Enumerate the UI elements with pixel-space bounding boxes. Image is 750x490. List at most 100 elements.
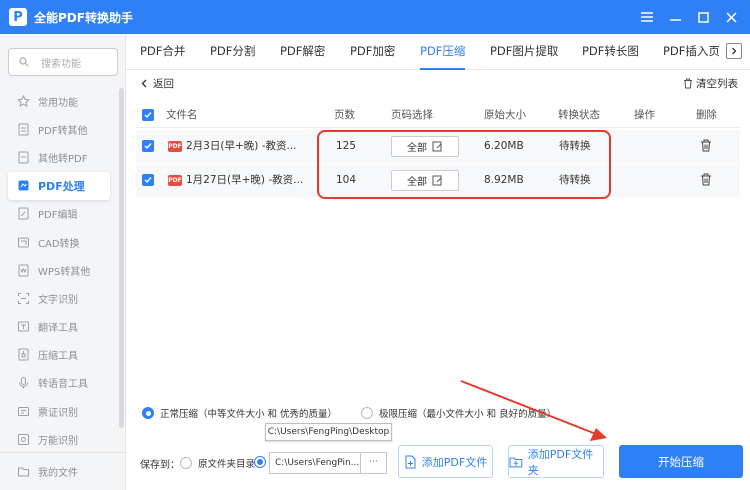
window-controls <box>632 0 744 34</box>
sidebar-item-label: 常用功能 <box>38 97 78 109</box>
header-page-select: 页码选择 <box>391 109 433 121</box>
add-pdf-file-button[interactable]: 添加PDF文件 <box>398 445 493 478</box>
option-original-dir[interactable]: 原文件夹目录 <box>180 456 255 470</box>
check-icon <box>144 112 152 119</box>
radio-extreme[interactable] <box>361 407 374 419</box>
sidebar: 搜索功能 常用功能 PDF转其他 其他转PDF PDF处理 PDF编辑 CAD转… <box>0 34 126 490</box>
sidebar-item-label: PDF编辑 <box>38 210 78 222</box>
path-tooltip: C:\Users\FengPing\Desktop <box>265 423 392 441</box>
pdf-import-icon <box>18 151 29 164</box>
check-icon <box>144 177 152 184</box>
option-extreme-label: 极限压缩（最小文件大小 和 良好的质量） <box>379 409 557 420</box>
tool-tabs: PDF合并 PDF分割 PDF解密 PDF加密 PDF压缩 PDF图片提取 PD… <box>126 34 750 70</box>
search-icon <box>19 57 29 67</box>
add-pdf-folder-button[interactable]: 添加PDF文件夹 <box>508 445 604 478</box>
back-button[interactable]: 返回 <box>140 76 174 91</box>
radio-custom-dir[interactable] <box>254 456 266 468</box>
sidebar-item-other-to-pdf[interactable]: 其他转PDF <box>0 143 118 171</box>
search-placeholder: 搜索功能 <box>41 58 81 70</box>
wps-icon <box>18 264 29 277</box>
sidebar-item-label: WPS转其他 <box>38 266 91 278</box>
close-button[interactable] <box>718 4 744 30</box>
sidebar-item-pdf-edit[interactable]: PDF编辑 <box>0 200 118 228</box>
voice-icon <box>19 377 28 389</box>
search-input[interactable]: 搜索功能 <box>8 48 118 76</box>
tab-pdf-decrypt[interactable]: PDF解密 <box>280 34 325 70</box>
clear-list-button[interactable]: 清空列表 <box>683 76 738 91</box>
save-path-field[interactable]: C:\Users\FengPin... ··· <box>269 452 387 474</box>
tab-pdf-long-image[interactable]: PDF转长图 <box>582 34 639 70</box>
chevron-left-icon <box>141 79 147 88</box>
minimize-icon <box>669 19 681 21</box>
tab-pdf-compress[interactable]: PDF压缩 <box>420 34 466 70</box>
translate-icon <box>18 321 29 332</box>
sidebar-item-cad[interactable]: CAD转换 <box>0 228 118 256</box>
maximize-button[interactable] <box>690 4 716 30</box>
option-custom-dir[interactable] <box>254 456 266 468</box>
sidebar-item-voice[interactable]: 转语音工具 <box>0 369 118 397</box>
tabs-next-button[interactable] <box>726 43 742 59</box>
annotation-highlight-box <box>317 130 611 199</box>
sidebar-item-label: 翻译工具 <box>38 323 78 335</box>
tab-pdf-merge[interactable]: PDF合并 <box>140 34 185 70</box>
sidebar-item-label: 文字识别 <box>38 294 78 306</box>
file-name: 1月27日(早+晚) -教资... <box>186 174 304 186</box>
ocr-icon <box>18 292 29 304</box>
ticket-icon <box>18 406 29 416</box>
edit-icon <box>18 207 29 220</box>
browse-path-button[interactable]: ··· <box>360 453 386 473</box>
file-name: 2月3日(早+晚) -教资... <box>186 140 297 152</box>
cad-icon <box>18 237 29 248</box>
clear-list-label: 清空列表 <box>696 78 738 90</box>
radio-normal[interactable] <box>142 407 154 419</box>
sidebar-item-pdf-process[interactable]: PDF处理 <box>8 171 110 200</box>
header-status: 转换状态 <box>558 109 600 121</box>
start-compress-button[interactable]: 开始压缩 <box>619 445 743 478</box>
sidebar-item-label: PDF处理 <box>38 179 85 193</box>
tab-pdf-insert-page[interactable]: PDF插入页 <box>663 34 720 70</box>
sidebar-item-compress[interactable]: 压缩工具 <box>0 341 118 369</box>
sidebar-scrollbar[interactable] <box>119 88 124 428</box>
sidebar-item-common[interactable]: 常用功能 <box>0 87 118 115</box>
option-normal-label: 正常压缩（中等文件大小 和 优秀的质量） <box>160 409 338 420</box>
delete-row-button[interactable] <box>700 173 712 189</box>
folder-icon <box>18 467 29 477</box>
save-path-value: C:\Users\FengPin... <box>275 458 360 468</box>
sidebar-item-label: 我的文件 <box>38 468 78 479</box>
sidebar-item-label: 票证识别 <box>38 407 78 419</box>
sidebar-item-scan[interactable]: 万能识别 <box>0 425 118 453</box>
sidebar-item-ocr[interactable]: 文字识别 <box>0 284 118 312</box>
select-all-checkbox[interactable] <box>142 109 154 121</box>
sidebar-item-pdf-to-other[interactable]: PDF转其他 <box>0 115 118 143</box>
trash-icon <box>684 78 692 89</box>
option-extreme-compress[interactable]: 极限压缩（最小文件大小 和 良好的质量） <box>361 406 556 420</box>
tab-pdf-image-extract[interactable]: PDF图片提取 <box>490 34 558 70</box>
pdf-export-icon <box>18 123 29 136</box>
tab-pdf-split[interactable]: PDF分割 <box>210 34 255 70</box>
title-bar: P 全能PDF转换助手 <box>0 0 750 34</box>
row-checkbox[interactable] <box>142 140 154 152</box>
add-pdf-file-label: 添加PDF文件 <box>421 455 488 469</box>
radio-original-dir[interactable] <box>180 457 192 469</box>
option-normal-compress[interactable]: 正常压缩（中等文件大小 和 优秀的质量） <box>142 406 337 420</box>
save-to-label: 保存到： <box>140 460 180 471</box>
add-file-icon <box>405 455 416 468</box>
tab-pdf-encrypt[interactable]: PDF加密 <box>350 34 395 70</box>
sidebar-item-translate[interactable]: 翻译工具 <box>0 313 118 341</box>
delete-row-button[interactable] <box>700 139 712 155</box>
compress-icon <box>18 348 29 361</box>
minimize-button[interactable] <box>662 4 688 30</box>
back-label: 返回 <box>153 78 174 90</box>
sidebar-item-wps[interactable]: WPS转其他 <box>0 256 118 284</box>
sidebar-item-label: 万能识别 <box>38 435 78 447</box>
pdf-file-icon: PDF <box>168 141 182 152</box>
row-checkbox[interactable] <box>142 174 154 186</box>
sidebar-menu: 常用功能 PDF转其他 其他转PDF PDF处理 PDF编辑 CAD转换 WPS… <box>0 87 118 453</box>
sidebar-item-my-files[interactable]: 我的文件 <box>0 452 126 490</box>
sidebar-item-label: 转语音工具 <box>38 379 88 391</box>
menu-button[interactable] <box>634 4 660 30</box>
sidebar-item-ticket[interactable]: 票证识别 <box>0 397 118 425</box>
add-pdf-folder-label: 添加PDF文件夹 <box>527 447 594 477</box>
sidebar-item-label: 其他转PDF <box>38 153 88 165</box>
close-icon <box>725 11 737 23</box>
